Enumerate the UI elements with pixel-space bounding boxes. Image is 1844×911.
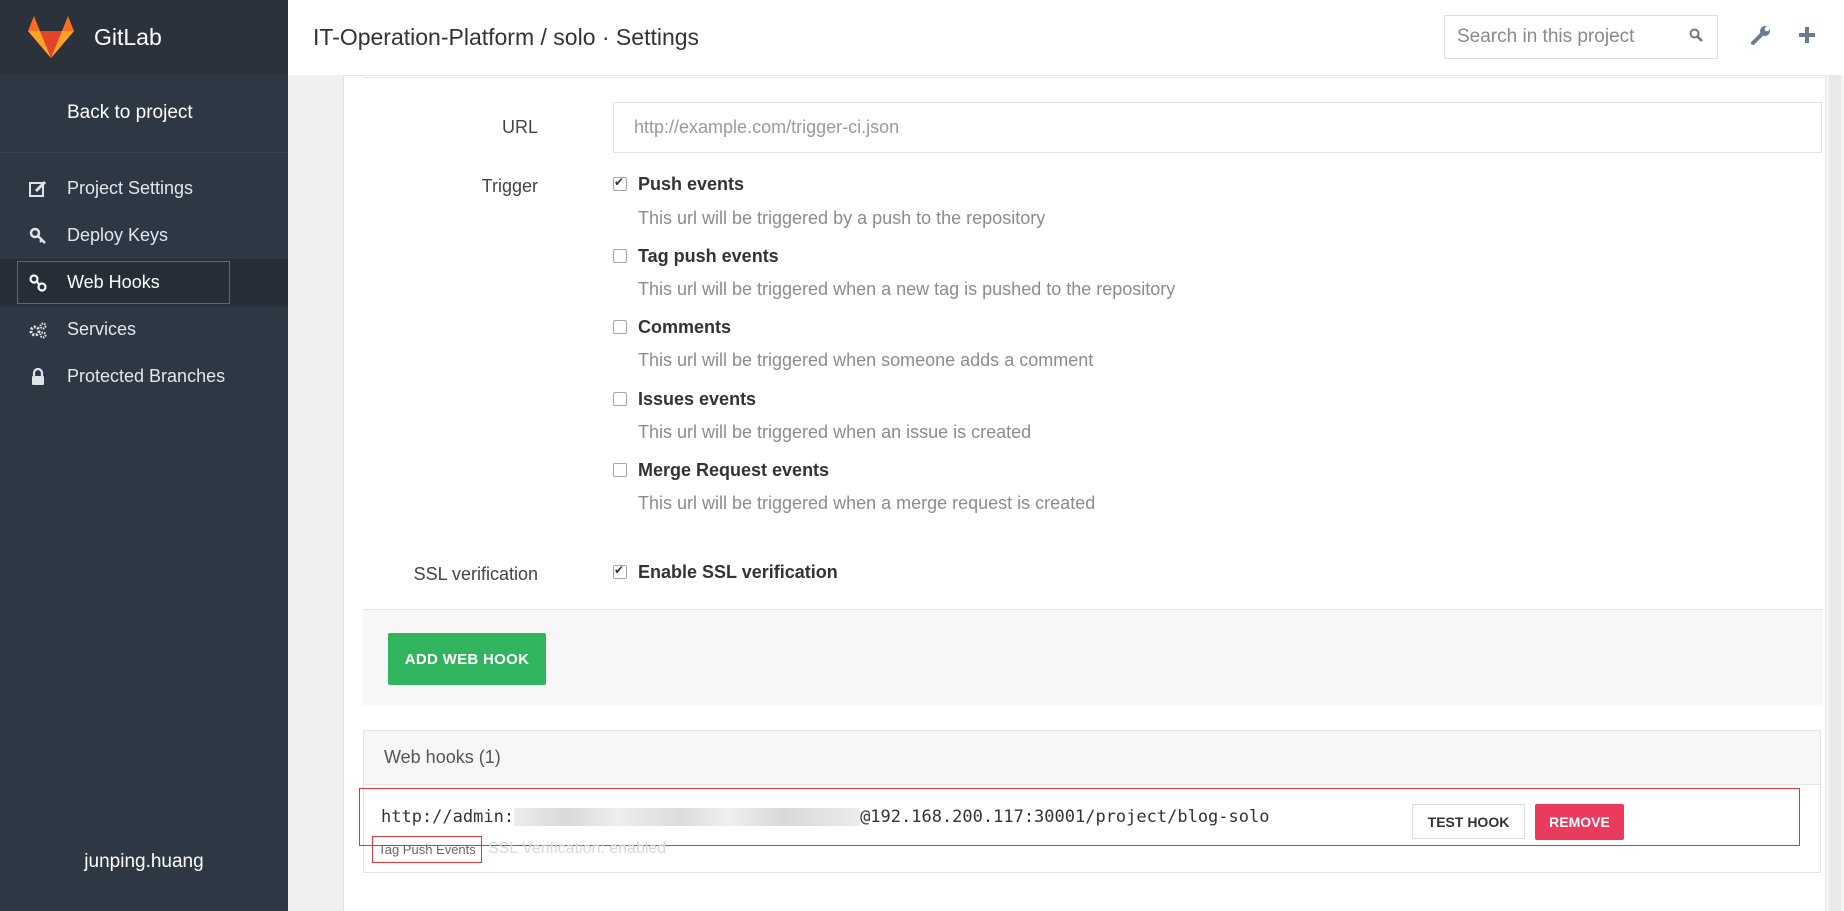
push-events-desc: This url will be triggered by a push to … — [638, 208, 1046, 228]
web-hook-row: http://admin: @192.168.200.117:30001/proj… — [359, 788, 1800, 846]
issues-events-checkbox[interactable] — [613, 392, 627, 406]
left-gutter — [288, 75, 344, 911]
key-icon — [26, 227, 50, 245]
web-hooks-panel: Web hooks (1) http://admin: @192.168.200.… — [359, 730, 1821, 873]
comments-label: Comments — [638, 317, 732, 337]
form-actions: ADD WEB HOOK — [363, 609, 1823, 705]
sidebar-item-label: Project Settings — [67, 178, 194, 198]
url-input[interactable]: http://example.com/trigger-ci.json — [613, 102, 1822, 153]
search-placeholder: Search in this project — [1457, 26, 1635, 47]
search-input[interactable]: Search in this project — [1444, 15, 1718, 59]
back-to-project-link[interactable]: Back to project — [0, 74, 288, 153]
tag-push-events-desc: This url will be triggered when a new ta… — [638, 279, 1176, 299]
highlight-box — [17, 261, 230, 304]
main-content: URL http://example.com/trigger-ci.json T… — [343, 75, 1826, 911]
scrollbar[interactable] — [1825, 75, 1844, 911]
push-events-label: Push events — [638, 174, 745, 194]
add-web-hook-button[interactable]: ADD WEB HOOK — [388, 633, 546, 685]
tag-push-events-label: Tag push events — [638, 246, 779, 266]
remove-hook-button[interactable]: REMOVE — [1535, 804, 1624, 840]
merge-request-events-label: Merge Request events — [638, 460, 830, 480]
sidebar-item-label: Services — [67, 319, 137, 339]
comments-desc: This url will be triggered when someone … — [638, 350, 1094, 370]
web-hooks-heading: Web hooks (1) — [364, 731, 1820, 785]
wrench-icon[interactable] — [1750, 24, 1772, 46]
app-name: GitLab — [94, 23, 162, 50]
sidebar-item-label: Protected Branches — [67, 366, 226, 386]
comments-checkbox[interactable] — [613, 320, 627, 334]
sidebar-item-label: Deploy Keys — [67, 225, 169, 245]
issues-events-label: Issues events — [638, 389, 757, 409]
gitlab-logo-icon — [28, 16, 74, 58]
merge-request-events-checkbox[interactable] — [613, 463, 627, 477]
trigger-label: Trigger — [481, 176, 538, 196]
plus-icon[interactable] — [1796, 24, 1818, 46]
ssl-verification-option: Enable SSL verification — [638, 562, 838, 582]
issues-events-desc: This url will be triggered when an issue… — [638, 422, 1032, 442]
ssl-verification-label: SSL verification — [413, 564, 538, 584]
search-icon — [1689, 28, 1703, 42]
brand[interactable]: GitLab — [0, 0, 288, 74]
merge-request-events-desc: This url will be triggered when a merge … — [638, 493, 1096, 513]
edit-icon — [26, 180, 50, 198]
page-title: IT-Operation-Platform / solo · Settings — [313, 24, 700, 50]
hook-url: http://admin: @192.168.200.117:30001/proj… — [381, 807, 1269, 827]
lock-icon — [26, 367, 50, 386]
sidebar-item-protected-branches[interactable]: Protected Branches — [0, 353, 288, 400]
url-placeholder: http://example.com/trigger-ci.json — [634, 117, 900, 137]
scrollbar-track — [1829, 75, 1841, 911]
sidebar-item-project-settings[interactable]: Project Settings — [0, 165, 288, 212]
sidebar-item-services[interactable]: Services — [0, 306, 288, 353]
ssl-verification-checkbox[interactable] — [613, 563, 627, 579]
tag-push-events-badge: Tag Push Events — [372, 836, 482, 863]
gears-icon — [26, 321, 50, 339]
sidebar-item-web-hooks[interactable]: Web Hooks — [0, 259, 288, 306]
sidebar-nav: Project Settings Deploy Keys Web Hooks S… — [0, 165, 288, 400]
sidebar-item-deploy-keys[interactable]: Deploy Keys — [0, 212, 288, 259]
tag-push-events-checkbox[interactable] — [613, 249, 627, 263]
url-label: URL — [501, 117, 538, 137]
ssl-verification-note: SSL Verification: enabled — [488, 840, 667, 857]
push-events-checkbox[interactable] — [613, 175, 627, 191]
header: IT-Operation-Platform / solo · Settings … — [288, 0, 1844, 76]
test-hook-button[interactable]: TEST HOOK — [1412, 804, 1525, 839]
current-user[interactable]: junping.huang — [0, 851, 288, 873]
redacted-credentials — [514, 808, 861, 826]
hook-url-prefix: http://admin: — [381, 807, 515, 827]
divider — [363, 77, 1823, 78]
hook-url-suffix: @192.168.200.117:30001/project/blog-solo — [860, 807, 1270, 827]
sidebar: GitLab Back to project Project Settings … — [0, 0, 288, 911]
